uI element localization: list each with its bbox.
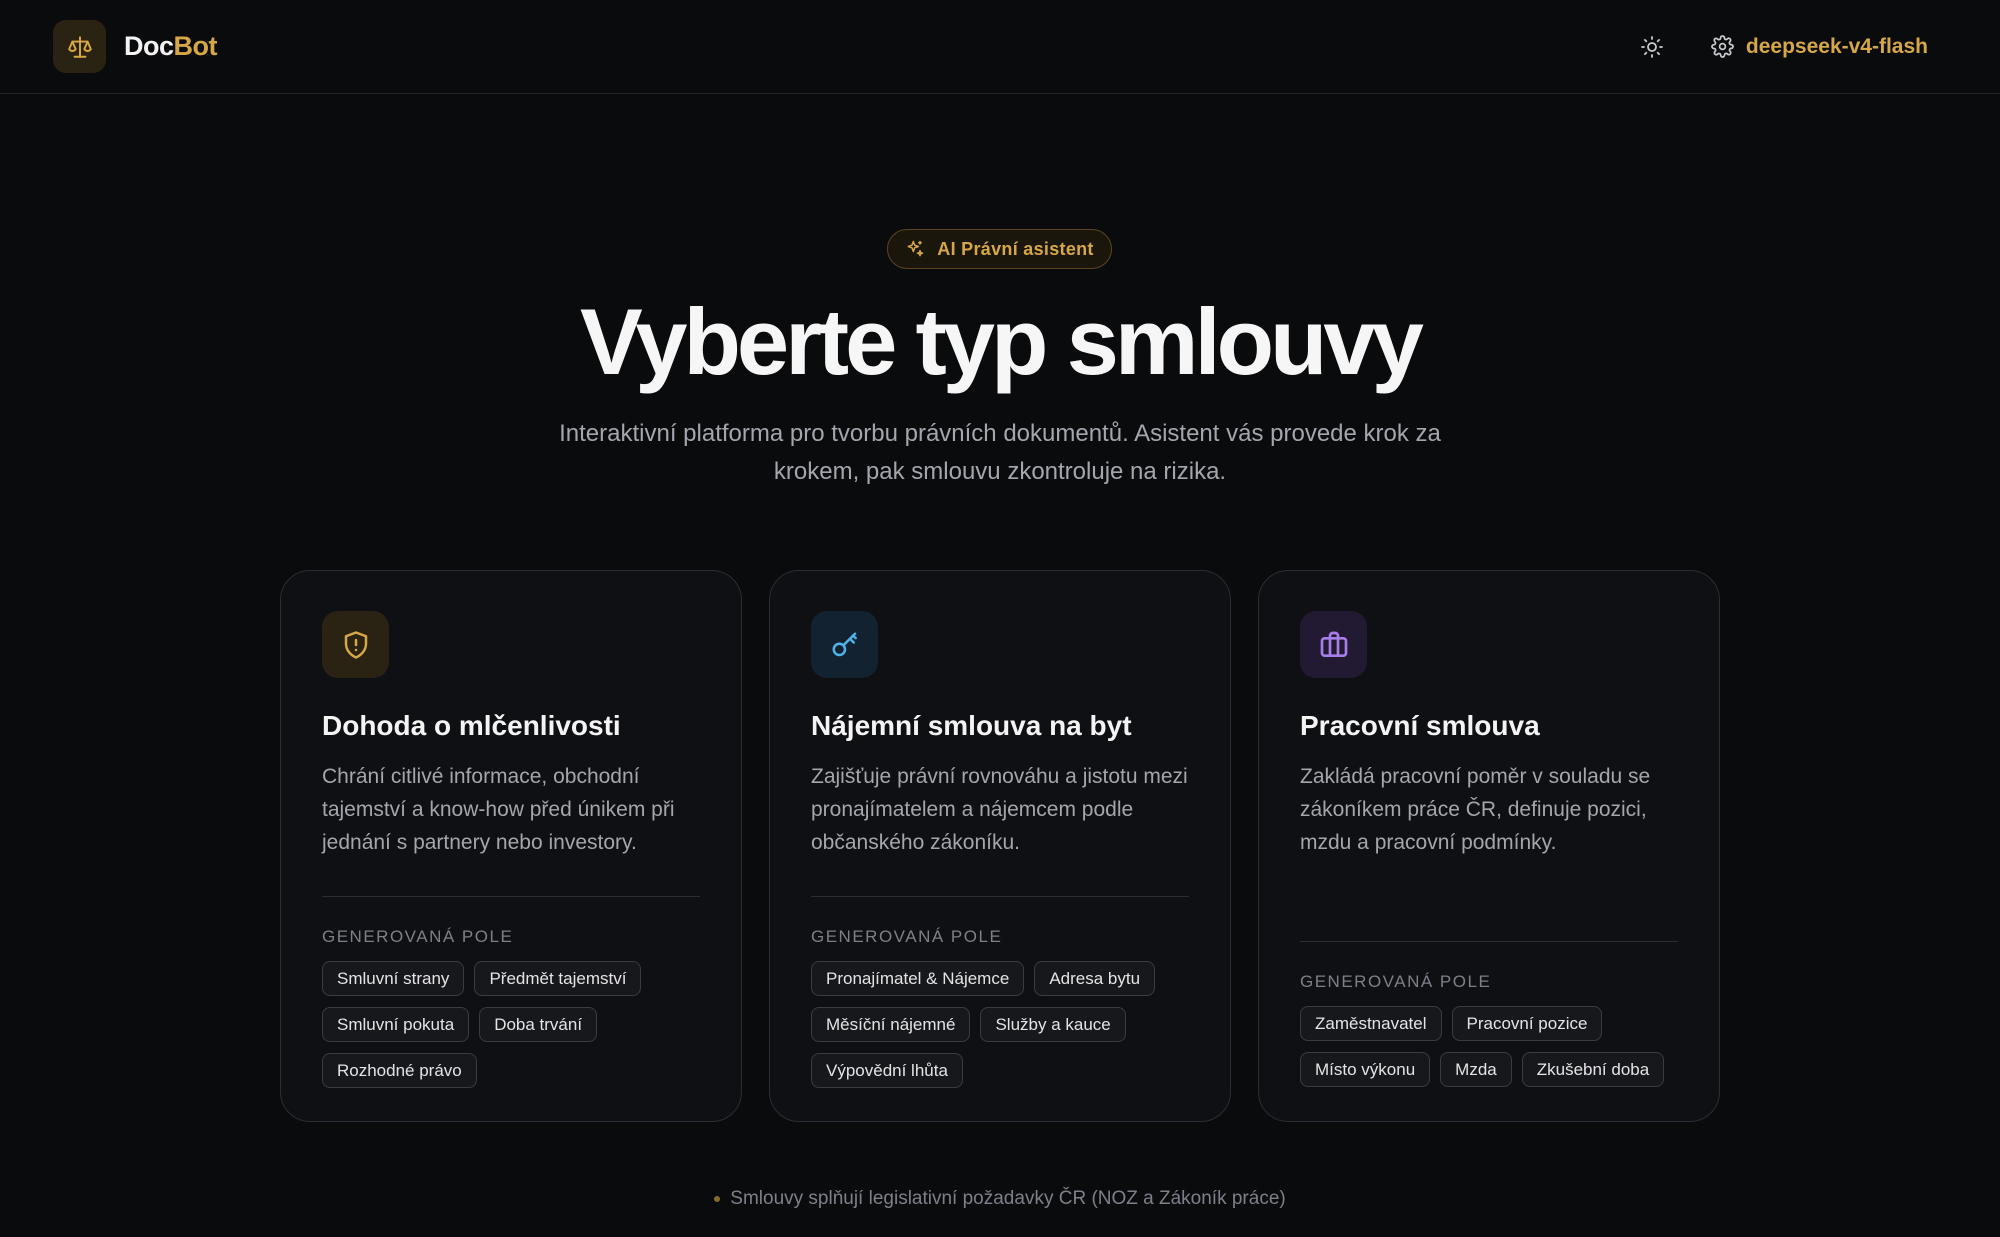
- ai-assistant-badge: AI Právní asistent: [887, 229, 1112, 269]
- field-chip: Místo výkonu: [1300, 1052, 1431, 1087]
- card-description: Zakládá pracovní poměr v souladu se záko…: [1300, 765, 1651, 854]
- field-chip: Adresa bytu: [1034, 961, 1156, 996]
- card-title: Dohoda o mlčenlivosti: [322, 710, 621, 741]
- card-description: Chrání citlivé informace, obchodní tajem…: [322, 765, 675, 854]
- field-chip: Pracovní pozice: [1451, 1006, 1603, 1041]
- model-label: deepseek-v4-flash: [1745, 34, 1928, 58]
- brand-name: DocBot: [124, 31, 218, 62]
- field-chip: Smluvní strany: [322, 961, 465, 996]
- field-chip: Výpovědní lhůta: [811, 1053, 963, 1088]
- field-chips: Pronajímatel & Nájemce Adresa bytu Měsíč…: [811, 961, 1189, 1088]
- field-chip: Zkušební doba: [1521, 1052, 1665, 1087]
- card-divider: [811, 896, 1189, 897]
- contract-card-lease[interactable]: Nájemní smlouva na byt Zajišťuje právní …: [769, 570, 1231, 1122]
- theme-toggle-button[interactable]: [1637, 32, 1667, 62]
- field-chip: Rozhodné právo: [322, 1053, 477, 1088]
- card-title: Pracovní smlouva: [1300, 710, 1540, 741]
- field-chip: Předmět tajemství: [474, 961, 642, 996]
- sun-icon: [1641, 35, 1663, 58]
- card-divider: [1300, 941, 1678, 942]
- fields-label: GENEROVANÁ POLE: [811, 927, 1003, 946]
- badge-label: AI Právní asistent: [937, 238, 1094, 259]
- top-bar: DocBot deepseek-v4-flash: [0, 0, 2000, 94]
- field-chips: Zaměstnavatel Pracovní pozice Místo výko…: [1300, 1006, 1678, 1087]
- field-chip: Smluvní pokuta: [322, 1007, 470, 1042]
- brand[interactable]: DocBot: [53, 20, 218, 73]
- card-title: Nájemní smlouva na byt: [811, 710, 1132, 741]
- contract-card-nda[interactable]: Dohoda o mlčenlivosti Chrání citlivé inf…: [280, 570, 742, 1122]
- field-chip: Pronajímatel & Nájemce: [811, 961, 1025, 996]
- briefcase-icon: [1300, 611, 1367, 678]
- bullet-dot-icon: [714, 1196, 721, 1202]
- brand-name-doc: Doc: [124, 31, 174, 61]
- fields-label: GENEROVANÁ POLE: [1300, 972, 1492, 991]
- contract-card-employment[interactable]: Pracovní smlouva Zakládá pracovní poměr …: [1258, 570, 1720, 1122]
- scales-icon: [53, 20, 106, 73]
- model-settings-button[interactable]: deepseek-v4-flash: [1711, 35, 1928, 59]
- field-chip: Mzda: [1440, 1052, 1512, 1087]
- card-description: Zajišťuje právní rovnováhu a jistotu mez…: [811, 765, 1188, 854]
- field-chip: Doba trvání: [479, 1007, 598, 1042]
- field-chip: Zaměstnavatel: [1300, 1006, 1442, 1041]
- gear-icon: [1711, 35, 1734, 58]
- compliance-note: Smlouvy splňují legislativní požadavky Č…: [0, 1188, 2000, 1210]
- key-icon: [811, 611, 878, 678]
- page-title: Vyberte typ smlouvy: [580, 289, 1424, 394]
- page-subtitle: Interaktivní platforma pro tvorbu právní…: [559, 420, 1441, 485]
- compliance-note-text: Smlouvy splňují legislativní požadavky Č…: [730, 1188, 1286, 1209]
- card-divider: [322, 896, 700, 897]
- header-actions: deepseek-v4-flash: [1637, 32, 1928, 62]
- brand-name-bot: Bot: [173, 31, 218, 61]
- fields-label: GENEROVANÁ POLE: [322, 927, 514, 946]
- field-chip: Služby a kauce: [980, 1007, 1126, 1042]
- sparkles-icon: [907, 240, 924, 257]
- field-chip: Měsíční nájemné: [811, 1007, 971, 1042]
- shield-alert-icon: [322, 611, 389, 678]
- field-chips: Smluvní strany Předmět tajemství Smluvní…: [322, 961, 700, 1088]
